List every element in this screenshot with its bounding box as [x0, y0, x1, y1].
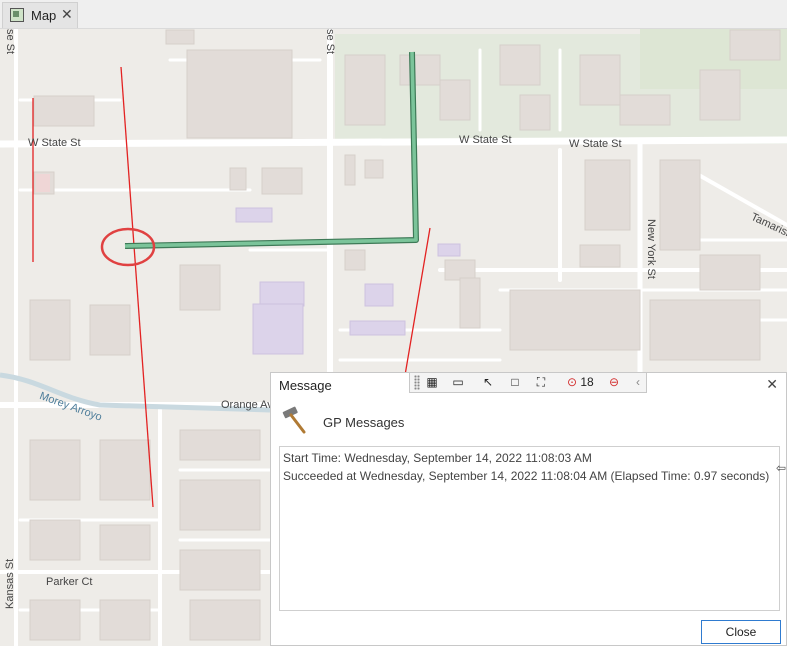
street-label-new-york-st: New York St [645, 219, 657, 279]
message-line: Start Time: Wednesday, September 14, 202… [283, 451, 592, 465]
street-label-w-state-st: W State St [459, 134, 512, 146]
street-label-se-st: se St [4, 29, 16, 55]
dialog-title: Message [279, 378, 332, 393]
messages-list[interactable]: Start Time: Wednesday, September 14, 202… [279, 446, 780, 611]
selection-toolbar: ▦ ▭ ↖ □ ⛶ ⊙ 18 ⊖ ‹ [409, 372, 647, 393]
chevron-left-icon[interactable]: ‹ [630, 375, 646, 390]
close-button[interactable]: Close [701, 620, 781, 644]
street-label-se-st: se St [324, 29, 336, 55]
map-icon [10, 8, 24, 22]
tab-label: Map [31, 8, 57, 23]
mouse-cursor-icon: ⇦ [776, 461, 787, 475]
street-label-kansas-st: Kansas St [4, 558, 16, 609]
message-dialog: Message ✕ GP Messages Start Time: Wednes… [270, 372, 787, 646]
tab-map[interactable]: Map ✕ [2, 2, 78, 28]
camera-icon[interactable]: ▭ [450, 375, 466, 390]
gp-messages-header: GP Messages [323, 415, 405, 430]
message-line: Succeeded at Wednesday, September 14, 20… [283, 469, 770, 483]
street-label-w-state-st: W State St [28, 137, 81, 149]
hammer-icon [282, 406, 306, 434]
street-label-parker-ct: Parker Ct [46, 576, 93, 588]
street-label-orange-av: Orange Av [221, 399, 273, 411]
attribute-table-icon[interactable]: ▦ [424, 375, 440, 390]
drag-handle[interactable] [414, 375, 420, 390]
close-tab-icon[interactable]: ✕ [61, 6, 73, 23]
street-label-w-state-st: W State St [569, 138, 622, 150]
rectangle-icon[interactable]: □ [507, 375, 523, 390]
selection-count: 18 [580, 375, 594, 389]
tab-bar: Map ✕ [0, 0, 787, 29]
extent-icon[interactable]: ⛶ [533, 375, 549, 390]
clear-selection-icon[interactable]: ⊖ [606, 375, 622, 390]
select-cursor-icon[interactable]: ↖ [480, 375, 496, 390]
close-icon[interactable]: ✕ [766, 376, 778, 393]
